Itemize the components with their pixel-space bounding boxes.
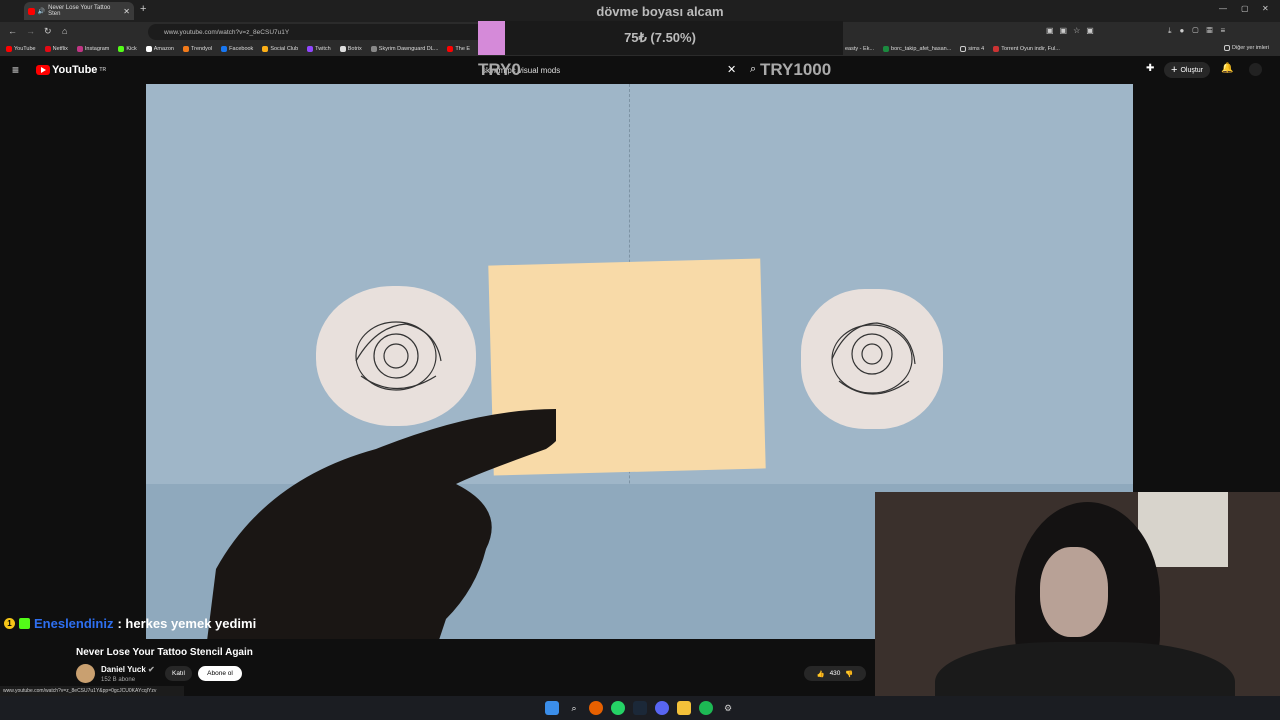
webcam-person-face — [1040, 547, 1108, 637]
bookmark-instagram[interactable]: Instagram — [76, 46, 109, 52]
bookmark-easty[interactable]: easty - Ek... — [845, 46, 874, 52]
file-explorer-icon[interactable] — [677, 701, 691, 715]
chat-message: 1 Eneslendiniz : herkes yemek yedimi — [4, 616, 256, 631]
new-tab-button[interactable]: + — [140, 3, 146, 15]
chat-badge-icon-2 — [19, 618, 30, 629]
account-avatar[interactable] — [1249, 63, 1262, 76]
stream-goal-title: dövme boyası alcam — [596, 4, 724, 19]
create-icon[interactable]: ✚ — [1146, 63, 1154, 74]
stream-goal-max: TRY1000 — [760, 60, 832, 79]
close-tab-icon[interactable]: ✕ — [123, 7, 130, 16]
minimize-window-button[interactable]: — — [1219, 4, 1227, 13]
like-count: 430 — [829, 670, 841, 677]
extensions-icons[interactable]: ▣▣☆▣ — [1046, 26, 1100, 35]
bookmark-sims-4[interactable]: sims 4 — [960, 46, 984, 52]
stream-goal-progress: 75₺ (7.50%) — [624, 30, 696, 45]
reload-icon[interactable]: ↻ — [44, 26, 52, 37]
browser-tab[interactable]: 🔊 Never Lose Your Tattoo Sten ✕ — [24, 2, 134, 20]
status-url-bar: www.youtube.com/watch?v=z_8eCSU7u1Y&pp=0… — [0, 686, 184, 696]
streamer-webcam — [875, 492, 1280, 720]
windows-taskbar: ⌕ ⚙ — [0, 696, 1280, 720]
discord-icon[interactable] — [655, 701, 669, 715]
maximize-window-button[interactable]: ▢ — [1241, 4, 1249, 13]
browser-menu-icons[interactable]: ⤓●▢▦≡ — [1168, 26, 1233, 36]
bookmark-social-club[interactable]: Social Club — [262, 46, 298, 52]
bookmark-kick[interactable]: Kick — [118, 46, 137, 52]
subscriber-count: 152 B abone — [101, 677, 136, 683]
search-taskbar-icon[interactable]: ⌕ — [567, 701, 581, 715]
search-icon[interactable]: ⌕ — [750, 63, 756, 76]
bookmark-twitch[interactable]: Twitch — [307, 46, 331, 52]
clear-search-icon[interactable]: ✕ — [727, 63, 736, 76]
chat-badge-icon: 1 — [4, 618, 15, 629]
rose-drawing-right — [801, 289, 943, 429]
chat-username: Eneslendiniz — [34, 616, 114, 631]
firefox-icon[interactable] — [589, 701, 603, 715]
bookmark-borc-takip[interactable]: borc_takip_afet_hasan... — [883, 46, 951, 52]
youtube-play-icon — [36, 65, 50, 75]
whatsapp-icon[interactable] — [611, 701, 625, 715]
subscribe-button[interactable]: Abone ol — [198, 666, 242, 681]
dislike-icon[interactable]: 👎 — [845, 670, 853, 678]
like-icon[interactable]: 👍 — [816, 670, 824, 678]
url-text: www.youtube.com/watch?v=z_8eCSU7u1Y — [164, 28, 290, 36]
steam-icon[interactable] — [633, 701, 647, 715]
stream-goal-fill — [478, 21, 505, 55]
bookmarks-bar-right: easty - Ek... borc_takip_afet_hasan... s… — [845, 42, 1060, 56]
hamburger-menu-icon[interactable]: ≡ — [12, 63, 19, 77]
create-button[interactable]: + Oluştur — [1164, 62, 1210, 78]
close-window-button[interactable]: ✕ — [1262, 4, 1269, 13]
youtube-favicon-icon — [28, 7, 35, 15]
bookmark-facebook[interactable]: Facebook — [221, 46, 253, 52]
youtube-logo[interactable]: YouTube TR — [36, 64, 106, 76]
chat-text: : herkes yemek yedimi — [117, 616, 257, 631]
bookmark-netflix[interactable]: Netflix — [44, 46, 68, 52]
speaker-icon: 🔊 — [37, 8, 46, 15]
plus-icon: + — [1171, 64, 1178, 76]
other-bookmarks-folder[interactable]: Diğer yer imleri — [1224, 45, 1269, 51]
back-icon[interactable]: ← — [8, 26, 17, 36]
channel-name[interactable]: Daniel Yuck ✔ — [101, 665, 155, 674]
join-button[interactable]: Katıl — [165, 666, 192, 681]
stream-goal-min: TRY0 — [478, 60, 521, 79]
video-title: Never Lose Your Tattoo Stencil Again — [76, 647, 253, 658]
settings-gear-icon[interactable]: ⚙ — [721, 701, 735, 715]
windows-start-icon[interactable] — [545, 701, 559, 715]
tab-title: Never Lose Your Tattoo Sten — [48, 5, 111, 17]
notifications-bell-icon[interactable]: 🔔 — [1221, 63, 1233, 74]
spotify-icon[interactable] — [699, 701, 713, 715]
forward-icon[interactable]: → — [26, 26, 35, 36]
bookmark-youtube[interactable]: YouTube — [6, 46, 36, 52]
bookmark-trendyol[interactable]: Trendyol — [182, 46, 212, 52]
bookmark-the-e[interactable]: The E — [447, 46, 470, 52]
bookmark-torrent[interactable]: Torrent Oyun indir, Ful... — [993, 46, 1060, 52]
like-dislike-group: 👍 430 👎 — [804, 666, 866, 681]
pointing-hand — [206, 389, 564, 639]
verified-icon: ✔ — [148, 665, 155, 674]
bookmark-botrix[interactable]: Botrix — [339, 46, 362, 52]
home-icon[interactable]: ⌂ — [62, 26, 67, 36]
channel-avatar[interactable] — [76, 664, 95, 683]
bookmark-skyrim[interactable]: Skyrim Dawnguard DL... — [370, 46, 438, 52]
bookmark-amazon[interactable]: Amazon — [145, 46, 174, 52]
